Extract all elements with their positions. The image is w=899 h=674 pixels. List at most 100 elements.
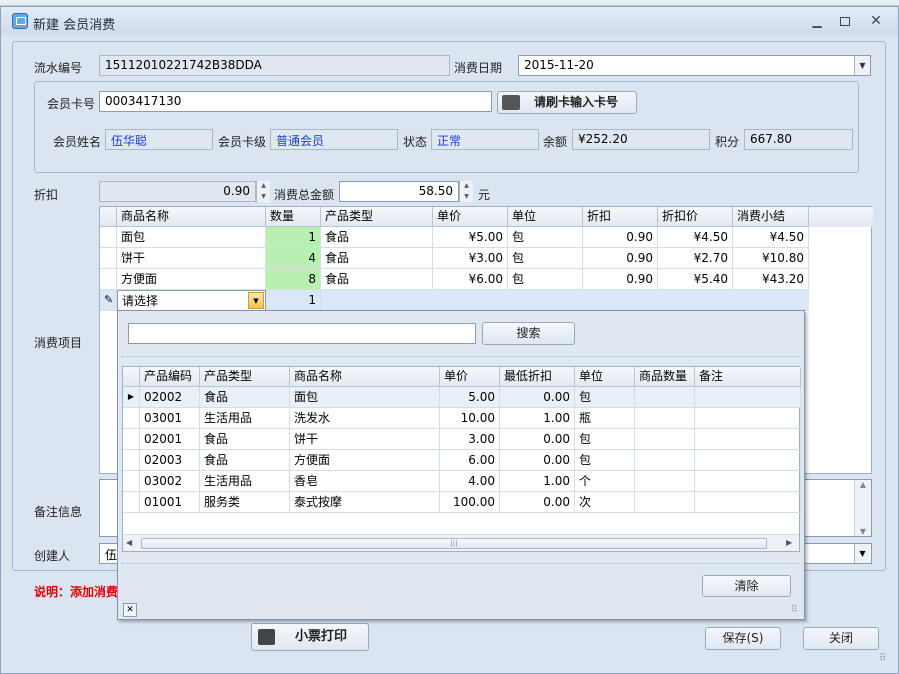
cell-name[interactable]: 面包	[117, 227, 266, 248]
cell-type[interactable]: 生活用品	[200, 471, 290, 492]
cell-code[interactable]: 02001	[140, 429, 200, 450]
product-col-header[interactable]: 产品编码	[140, 367, 200, 387]
items-col-header[interactable]: 数量	[266, 207, 321, 227]
scroll-up-icon[interactable]: ▲	[855, 480, 871, 489]
scroll-right-icon[interactable]: ▶	[786, 538, 792, 547]
cell-qty[interactable]: 8	[266, 269, 321, 290]
cell-name[interactable]: 香皂	[290, 471, 440, 492]
product-col-header[interactable]: 最低折扣	[500, 367, 575, 387]
cell-type[interactable]: 食品	[200, 450, 290, 471]
items-col-header[interactable]: 商品名称	[117, 207, 266, 227]
cell-qty[interactable]	[635, 471, 695, 492]
cell-price[interactable]: 100.00	[440, 492, 500, 513]
cell-type[interactable]: 生活用品	[200, 408, 290, 429]
new-row-qty[interactable]: 1	[266, 290, 321, 311]
cell-min-discount[interactable]: 1.00	[500, 471, 575, 492]
cell-name[interactable]: 饼干	[290, 429, 440, 450]
cell-name[interactable]: 面包	[290, 387, 440, 408]
minimize-icon[interactable]: ▁	[810, 14, 824, 28]
cell-unit[interactable]: 包	[575, 387, 635, 408]
cell-code[interactable]: 02002	[140, 387, 200, 408]
cell-min-discount[interactable]: 0.00	[500, 450, 575, 471]
cell-notes[interactable]	[695, 492, 801, 513]
items-col-header[interactable]: 折扣价	[658, 207, 733, 227]
cell-min-discount[interactable]: 0.00	[500, 387, 575, 408]
cell-min-discount[interactable]: 0.00	[500, 429, 575, 450]
resize-grip-icon[interactable]: ⠿	[879, 653, 886, 664]
cell-qty[interactable]: 1	[266, 227, 321, 248]
cell-notes[interactable]	[695, 471, 801, 492]
cell-name[interactable]: 泰式按摩	[290, 492, 440, 513]
cell-code[interactable]: 03001	[140, 408, 200, 429]
cell-qty[interactable]	[635, 408, 695, 429]
cell-price[interactable]: 6.00	[440, 450, 500, 471]
cell-min-discount[interactable]: 1.00	[500, 408, 575, 429]
cell-unit[interactable]: 包	[575, 429, 635, 450]
search-button[interactable]: 搜索	[482, 322, 575, 345]
product-col-header[interactable]: 单位	[575, 367, 635, 387]
product-select-input[interactable]: 请选择	[117, 290, 266, 311]
close-button[interactable]: 关闭	[803, 627, 879, 650]
clear-button[interactable]: 清除	[702, 575, 791, 597]
items-col-header[interactable]: 单价	[433, 207, 508, 227]
items-col-header[interactable]: 折扣	[583, 207, 658, 227]
popup-resize-grip-icon[interactable]: ⠿	[791, 605, 798, 615]
cell-min-discount[interactable]: 0.00	[500, 492, 575, 513]
cell-unit[interactable]: 瓶	[575, 408, 635, 429]
save-button[interactable]: 保存(S)	[705, 627, 781, 650]
cell-name[interactable]: 方便面	[117, 269, 266, 290]
cell-qty[interactable]: 4	[266, 248, 321, 269]
new-item-row[interactable]: ✎ 请选择 ▼ 1	[100, 290, 809, 311]
cell-price[interactable]: 5.00	[440, 387, 500, 408]
cell-type[interactable]: 食品	[200, 387, 290, 408]
product-col-header[interactable]: 产品类型	[200, 367, 290, 387]
product-col-header[interactable]: 备注	[695, 367, 801, 387]
cell-type[interactable]: 食品	[200, 429, 290, 450]
cell-qty[interactable]	[635, 387, 695, 408]
cell-code[interactable]: 03002	[140, 471, 200, 492]
card-number-input[interactable]: 0003417130	[99, 91, 492, 112]
scroll-thumb[interactable]: |||	[141, 538, 767, 549]
date-field[interactable]: 2015-11-20	[518, 55, 871, 76]
product-col-header[interactable]: 单价	[440, 367, 500, 387]
cell-notes[interactable]	[695, 429, 801, 450]
items-col-header[interactable]: 产品类型	[321, 207, 433, 227]
product-col-header[interactable]: 商品名称	[290, 367, 440, 387]
popup-close-icon[interactable]: ✕	[123, 603, 137, 617]
swipe-card-button[interactable]: 请刷卡输入卡号	[497, 91, 637, 114]
total-amount-input[interactable]: 58.50	[339, 181, 459, 202]
items-col-header[interactable]: 单位	[508, 207, 583, 227]
close-icon[interactable]: ✕	[869, 14, 883, 28]
cell-price[interactable]: 3.00	[440, 429, 500, 450]
creator-dropdown-icon[interactable]: ▼	[854, 544, 870, 563]
cell-code[interactable]: 02003	[140, 450, 200, 471]
product-dropdown-icon[interactable]: ▼	[248, 292, 264, 309]
cell-name[interactable]: 方便面	[290, 450, 440, 471]
product-col-header[interactable]: 商品数量	[635, 367, 695, 387]
cell-price[interactable]: 10.00	[440, 408, 500, 429]
items-col-header[interactable]: 消费小结	[733, 207, 809, 227]
date-dropdown-icon[interactable]: ▼	[854, 56, 870, 75]
cell-unit[interactable]: 包	[575, 450, 635, 471]
product-grid-hscrollbar[interactable]: ◀ ||| ▶	[123, 534, 799, 551]
scroll-left-icon[interactable]: ◀	[126, 538, 132, 547]
maximize-icon[interactable]	[840, 17, 850, 26]
notes-scrollbar[interactable]: ▲ ▼	[854, 480, 871, 536]
product-search-input[interactable]	[128, 323, 476, 344]
cell-qty[interactable]	[635, 429, 695, 450]
cell-name[interactable]: 洗发水	[290, 408, 440, 429]
print-receipt-button[interactable]: 小票打印	[251, 623, 369, 651]
total-spinner-icon[interactable]: ▲ ▼	[459, 181, 473, 202]
cell-notes[interactable]	[695, 450, 801, 471]
scroll-down-icon[interactable]: ▼	[855, 527, 871, 536]
cell-qty[interactable]	[635, 492, 695, 513]
cell-qty[interactable]	[635, 450, 695, 471]
cell-price[interactable]: 4.00	[440, 471, 500, 492]
cell-name[interactable]: 饼干	[117, 248, 266, 269]
cell-unit[interactable]: 个	[575, 471, 635, 492]
cell-code[interactable]: 01001	[140, 492, 200, 513]
cell-unit[interactable]: 次	[575, 492, 635, 513]
cell-notes[interactable]	[695, 408, 801, 429]
cell-notes[interactable]	[695, 387, 801, 408]
cell-type[interactable]: 服务类	[200, 492, 290, 513]
